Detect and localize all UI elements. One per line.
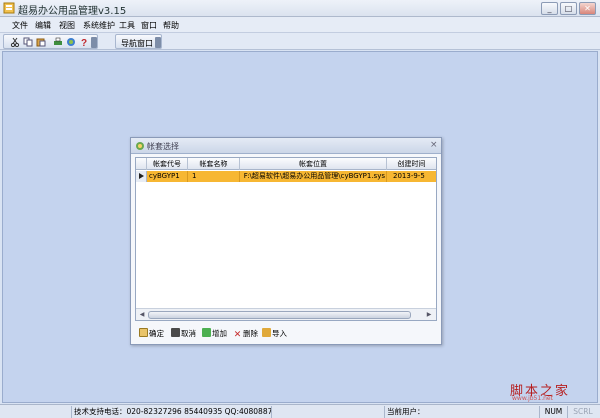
import-label: 导入 (272, 329, 287, 338)
menu-bar: 文件 编辑 视图 系统维护 工具 窗口 帮助 (0, 17, 600, 33)
app-window: 超易办公用品管理v3.15 _ □ ✕ 文件 编辑 视图 系统维护 工具 窗口 … (0, 0, 600, 418)
minimize-button[interactable]: _ (541, 2, 558, 15)
dialog-button-bar: 确定 取消 增加 ✕ 删除 导入 (135, 325, 437, 342)
menu-file[interactable]: 文件 (12, 20, 28, 31)
nav-window-toolbar: 导航窗口 (115, 34, 162, 49)
status-bar: 技术支持电话：020-82327296 85440935 QQ:40808875… (0, 404, 600, 418)
menu-view[interactable]: 视图 (59, 20, 75, 31)
cancel-icon (171, 328, 180, 337)
confirm-icon (139, 328, 148, 337)
cell-location: F:\超易软件\超易办公用品管理\cyBGYP1.sys (240, 171, 387, 182)
svg-text:?: ? (81, 38, 87, 47)
menu-system-maintenance[interactable]: 系统维护 (83, 20, 115, 31)
dialog-title-bar: 帐套选择 × (131, 138, 441, 154)
maximize-button[interactable]: □ (560, 2, 577, 15)
add-label: 增加 (212, 329, 227, 338)
toolbar: ? 导航窗口 (0, 33, 600, 50)
scroll-right-icon[interactable]: ▶ (424, 310, 434, 319)
table-row[interactable]: cyBGYP1 1 F:\超易软件\超易办公用品管理\cyBGYP1.sys 2… (136, 171, 436, 182)
delete-label: 删除 (243, 329, 258, 338)
copy-icon[interactable] (23, 37, 33, 47)
paste-icon[interactable] (36, 37, 46, 47)
import-button[interactable]: 导入 (262, 328, 287, 340)
window-title: 超易办公用品管理v3.15 (18, 6, 127, 17)
status-spacer (272, 406, 385, 418)
current-user: 当前用户： (385, 406, 540, 418)
toolbar-grip[interactable] (91, 37, 97, 48)
horizontal-scrollbar[interactable]: ◀ ▶ (136, 308, 436, 320)
refresh-icon[interactable] (66, 37, 76, 47)
cell-code: cyBGYP1 (148, 171, 188, 182)
dialog-close-icon[interactable]: × (430, 140, 438, 150)
scroll-lock-indicator: SCRL (573, 407, 593, 416)
num-lock-indicator: NUM (540, 406, 568, 418)
confirm-button[interactable]: 确定 (139, 328, 164, 340)
menu-help[interactable]: 帮助 (163, 20, 179, 31)
support-info: 技术支持电话：020-82327296 85440935 QQ:40808875… (74, 406, 272, 418)
add-button[interactable]: 增加 (202, 328, 227, 340)
column-header-name[interactable]: 帐套名称 (188, 158, 240, 170)
column-header-created[interactable]: 创建时间 (387, 158, 436, 170)
account-selection-dialog: 帐套选择 × 帐套代号 帐套名称 帐套位置 创建时间 cyBGYP1 1 F:\… (130, 137, 442, 345)
account-table: 帐套代号 帐套名称 帐套位置 创建时间 cyBGYP1 1 F:\超易软件\超易… (135, 157, 437, 321)
delete-button[interactable]: ✕ 删除 (233, 328, 258, 340)
dialog-title: 帐套选择 (147, 142, 179, 151)
print-icon[interactable] (53, 37, 63, 47)
import-icon (262, 328, 271, 337)
scroll-thumb[interactable] (148, 311, 411, 319)
nav-window-button[interactable]: 导航窗口 (121, 38, 153, 49)
close-window-button[interactable]: ✕ (579, 2, 596, 15)
menu-tools[interactable]: 工具 (119, 20, 135, 31)
cancel-label: 取消 (181, 329, 196, 338)
menu-window[interactable]: 窗口 (141, 20, 157, 31)
add-icon (202, 328, 211, 337)
dialog-icon (136, 142, 144, 150)
delete-icon: ✕ (233, 330, 242, 340)
cancel-button[interactable]: 取消 (171, 328, 196, 340)
status-empty-cell (2, 406, 72, 418)
watermark-url: www.jb51.net (512, 395, 553, 402)
header-indicator (136, 158, 147, 170)
app-icon (3, 2, 15, 14)
scroll-left-icon[interactable]: ◀ (137, 310, 147, 319)
cut-icon[interactable] (10, 37, 20, 47)
confirm-label: 确定 (149, 329, 164, 338)
edit-toolbar: ? (3, 34, 98, 49)
menu-edit[interactable]: 编辑 (35, 20, 51, 31)
cell-created: 2013-9-5 (393, 172, 425, 180)
column-header-code[interactable]: 帐套代号 (147, 158, 188, 170)
table-header: 帐套代号 帐套名称 帐套位置 创建时间 (136, 158, 436, 170)
cell-name: 1 (188, 171, 240, 182)
nav-toolbar-grip[interactable] (155, 37, 161, 48)
help-icon[interactable]: ? (79, 37, 89, 47)
column-header-location[interactable]: 帐套位置 (240, 158, 387, 170)
title-bar: 超易办公用品管理v3.15 _ □ ✕ (0, 0, 600, 17)
row-selector-icon (136, 171, 147, 182)
